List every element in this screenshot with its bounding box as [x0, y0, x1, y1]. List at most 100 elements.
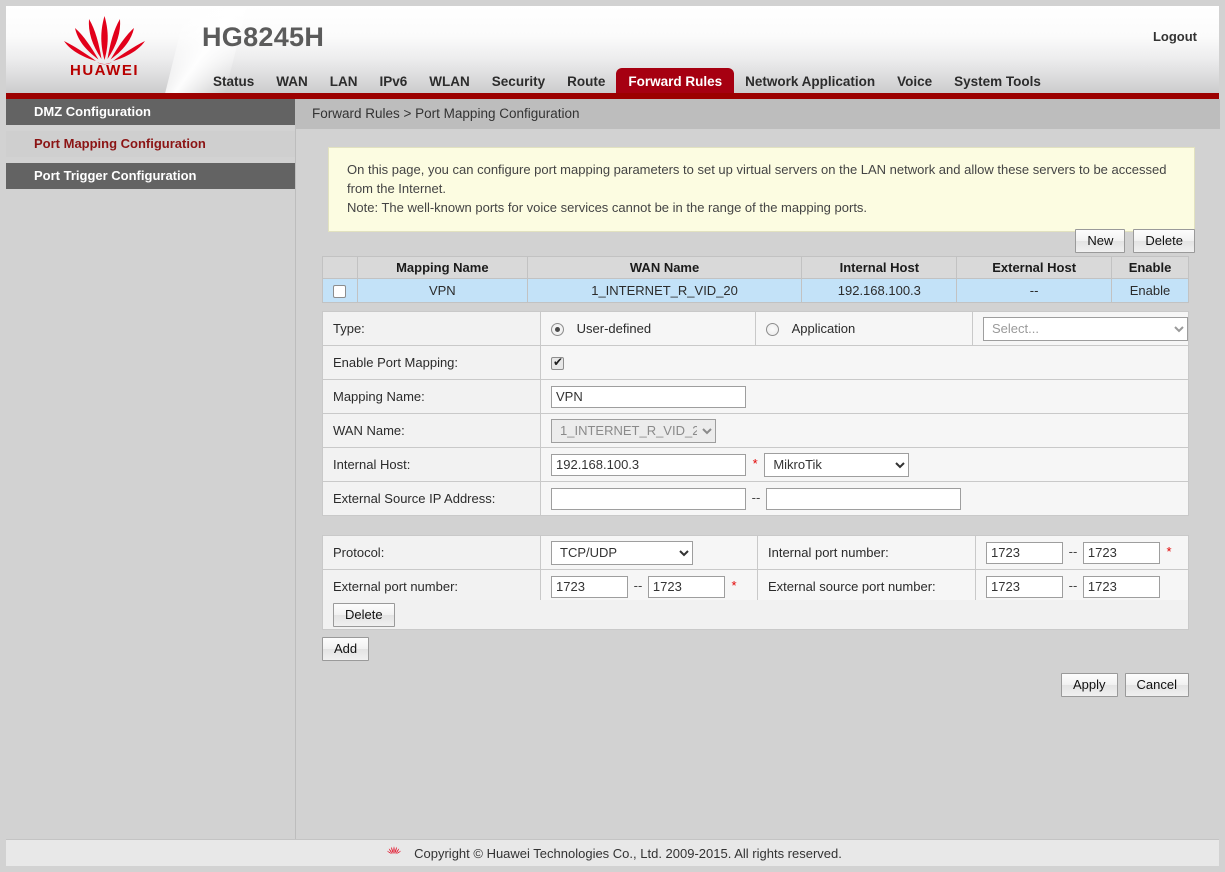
enable-port-mapping-checkbox[interactable]	[551, 357, 564, 370]
radio-user-defined-label: User-defined	[568, 321, 651, 336]
port-add-button[interactable]: Add	[322, 637, 369, 661]
enable-port-mapping-label: Enable Port Mapping:	[323, 346, 541, 380]
port-delete-button[interactable]: Delete	[333, 603, 395, 627]
info-line-1: On this page, you can configure port map…	[347, 160, 1176, 198]
protocol-cell[interactable]: TCP/UDP	[541, 536, 758, 570]
protocol-label: Protocol:	[323, 536, 541, 570]
row-select-cell[interactable]	[323, 279, 358, 303]
cancel-button[interactable]: Cancel	[1125, 673, 1189, 697]
window-bottom-border	[0, 866, 1225, 872]
breadcrumb: Forward Rules > Port Mapping Configurati…	[312, 106, 580, 121]
sidebar-menu: DMZ Configuration Port Mapping Configurat…	[6, 99, 295, 839]
internal-port-start-input[interactable]	[986, 542, 1063, 564]
form-row-type: Type: User-defined Application Select...	[323, 312, 1189, 346]
column-header-mapping-name: Mapping Name	[357, 257, 527, 279]
external-source-port-cell[interactable]: --	[976, 570, 1189, 604]
column-header-internal-host: Internal Host	[802, 257, 957, 279]
breadcrumb-bar: Forward Rules > Port Mapping Configurati…	[296, 99, 1220, 129]
page-footer: Copyright © Huawei Technologies Co., Ltd…	[6, 839, 1219, 866]
nav-item-voice[interactable]: Voice	[886, 68, 943, 93]
external-port-cell[interactable]: -- *	[541, 570, 758, 604]
nav-item-wan[interactable]: WAN	[265, 68, 319, 93]
radio-application-label: Application	[783, 321, 856, 336]
mapping-name-input[interactable]	[551, 386, 746, 408]
column-header-wan-name: WAN Name	[527, 257, 802, 279]
form-row-internal-host: Internal Host: * MikroTik	[323, 448, 1189, 482]
external-source-port-start-input[interactable]	[986, 576, 1063, 598]
port-mapping-list-table: Mapping Name WAN Name Internal Host Exte…	[322, 256, 1189, 303]
nav-item-route[interactable]: Route	[556, 68, 616, 93]
cell-wan-name: 1_INTERNET_R_VID_20	[527, 279, 802, 303]
nav-item-system-tools[interactable]: System Tools	[943, 68, 1052, 93]
enable-port-mapping-cell[interactable]	[541, 346, 1189, 380]
nav-item-wlan[interactable]: WLAN	[418, 68, 481, 93]
delete-button[interactable]: Delete	[1133, 229, 1195, 253]
column-header-external-host: External Host	[957, 257, 1112, 279]
external-source-port-end-input[interactable]	[1083, 576, 1160, 598]
info-line-2: Note: The well-known ports for voice ser…	[347, 198, 1176, 217]
detail-form-table: Type: User-defined Application Select...…	[322, 311, 1189, 516]
radio-user-defined[interactable]	[551, 323, 564, 336]
port-table: Protocol: TCP/UDP Internal port number: …	[322, 535, 1189, 604]
sidebar-item-dmz-configuration[interactable]: DMZ Configuration	[6, 99, 295, 125]
wan-name-select[interactable]: 1_INTERNET_R_VID_20	[551, 419, 716, 443]
new-button[interactable]: New	[1075, 229, 1125, 253]
type-application-cell[interactable]: Application	[756, 312, 973, 346]
type-label: Type:	[323, 312, 541, 346]
external-source-ip-end-input[interactable]	[766, 488, 961, 510]
footer-copyright: Copyright © Huawei Technologies Co., Ltd…	[414, 846, 842, 861]
wan-name-cell[interactable]: 1_INTERNET_R_VID_20	[541, 414, 1189, 448]
external-port-label: External port number:	[323, 570, 541, 604]
main-navigation: StatusWANLANIPv6WLANSecurityRouteForward…	[202, 66, 1052, 93]
external-source-ip-cell[interactable]: --	[541, 482, 1189, 516]
external-port-end-input[interactable]	[648, 576, 725, 598]
nav-item-status[interactable]: Status	[202, 68, 265, 93]
application-select-cell[interactable]: Select...	[973, 312, 1189, 346]
internal-port-required-mark: *	[1164, 544, 1175, 559]
external-port-separator: --	[632, 578, 645, 593]
apply-button[interactable]: Apply	[1061, 673, 1118, 697]
page-header: HUAWEI HG8245H Logout StatusWANLANIPv6WL…	[6, 6, 1219, 93]
logout-link[interactable]: Logout	[1153, 29, 1197, 44]
sidebar-item-port-trigger-configuration[interactable]: Port Trigger Configuration	[6, 163, 295, 189]
form-row-enable-port-mapping: Enable Port Mapping:	[323, 346, 1189, 380]
sidebar-item-port-mapping-configuration[interactable]: Port Mapping Configuration	[6, 131, 295, 157]
nav-item-lan[interactable]: LAN	[319, 68, 369, 93]
application-select[interactable]: Select...	[983, 317, 1188, 341]
nav-item-network-application[interactable]: Network Application	[734, 68, 886, 93]
footer-huawei-flower-logo	[383, 843, 405, 863]
external-source-ip-separator: --	[750, 490, 763, 505]
app-window: HUAWEI HG8245H Logout StatusWANLANIPv6WL…	[0, 0, 1225, 872]
internal-host-cell[interactable]: * MikroTik	[541, 448, 1189, 482]
nav-item-forward-rules[interactable]: Forward Rules	[616, 68, 734, 93]
mapping-name-label: Mapping Name:	[323, 380, 541, 414]
table-row[interactable]: VPN 1_INTERNET_R_VID_20 192.168.100.3 --…	[323, 279, 1189, 303]
port-add-row: Add	[322, 637, 369, 661]
form-row-mapping-name: Mapping Name:	[323, 380, 1189, 414]
mapping-name-cell[interactable]	[541, 380, 1189, 414]
huawei-wordmark: HUAWEI	[42, 62, 167, 79]
form-row-wan-name: WAN Name: 1_INTERNET_R_VID_20	[323, 414, 1189, 448]
nav-item-security[interactable]: Security	[481, 68, 556, 93]
internal-port-cell[interactable]: -- *	[976, 536, 1189, 570]
column-header-enable: Enable	[1112, 257, 1189, 279]
internal-host-input[interactable]	[551, 454, 746, 476]
external-source-ip-label: External Source IP Address:	[323, 482, 541, 516]
cell-mapping-name: VPN	[357, 279, 527, 303]
cell-enable: Enable	[1112, 279, 1189, 303]
radio-application[interactable]	[766, 323, 779, 336]
nav-item-ipv6[interactable]: IPv6	[369, 68, 419, 93]
internal-port-separator: --	[1067, 544, 1080, 559]
internal-port-end-input[interactable]	[1083, 542, 1160, 564]
internal-host-device-select[interactable]: MikroTik	[764, 453, 909, 477]
protocol-select[interactable]: TCP/UDP	[551, 541, 693, 565]
external-source-ip-start-input[interactable]	[551, 488, 746, 510]
port-row-protocol: Protocol: TCP/UDP Internal port number: …	[323, 536, 1189, 570]
external-port-start-input[interactable]	[551, 576, 628, 598]
device-model-title: HG8245H	[202, 22, 324, 53]
form-row-external-source-ip: External Source IP Address: --	[323, 482, 1189, 516]
info-banner: On this page, you can configure port map…	[328, 147, 1195, 232]
type-user-defined-cell[interactable]: User-defined	[541, 312, 756, 346]
row-checkbox[interactable]	[333, 285, 346, 298]
form-actions: Apply Cancel	[322, 670, 1189, 700]
